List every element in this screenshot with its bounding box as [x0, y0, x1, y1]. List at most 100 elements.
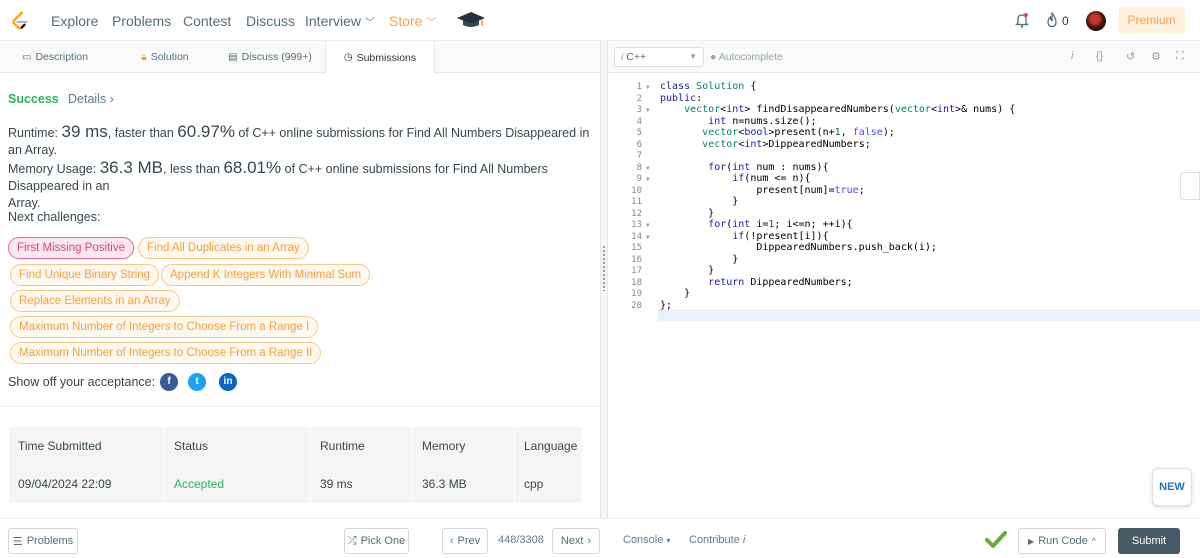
fold-arrow-icon[interactable]: ▼ — [646, 222, 650, 229]
pane-splitter[interactable] — [600, 41, 608, 518]
fold-arrow-icon[interactable]: ▼ — [646, 84, 650, 91]
console-toggle[interactable]: Console ▾ — [623, 534, 670, 546]
details-link[interactable]: Details › — [68, 92, 114, 106]
code-line: DippearedNumbers.push_back(i); — [660, 242, 937, 253]
chevron-left-icon: ‹ — [449, 535, 454, 547]
tab-discuss[interactable]: ▤ Discuss (999+) — [215, 41, 325, 73]
run-code-button[interactable]: ▶ Run Code ^ — [1018, 528, 1106, 554]
twitter-icon[interactable]: t — [188, 373, 206, 391]
fire-icon[interactable] — [1046, 12, 1058, 28]
nav-discuss[interactable]: Discuss — [246, 13, 295, 29]
nav-explore[interactable]: Explore — [51, 13, 98, 29]
avatar[interactable] — [1086, 11, 1106, 31]
code-line: int n=nums.size(); — [708, 115, 817, 127]
facebook-icon[interactable]: f — [160, 373, 178, 391]
prev-label: Prev — [457, 535, 481, 547]
challenge-chip[interactable]: Find Unique Binary String — [10, 264, 160, 286]
premium-button[interactable]: Premium — [1118, 7, 1185, 33]
settings-icon[interactable]: ⚙ — [1151, 50, 1161, 63]
code-line: vector<int> findDisappearedNumbers(vecto… — [684, 104, 1016, 115]
fire-count: 0 — [1062, 14, 1069, 28]
linkedin-icon[interactable]: in — [219, 373, 237, 391]
info-icon: i — [621, 51, 624, 63]
bell-icon[interactable] — [1015, 12, 1029, 28]
line-number: 11 — [631, 197, 642, 207]
left-tab-bar: ▭ Description 🔒︎ Solution ▤ Discuss (999… — [0, 41, 600, 74]
table-row[interactable]: 09/04/2024 22:09 Accepted 39 ms 36.3 MB … — [9, 465, 583, 503]
nav-store[interactable]: Store ﹀ — [389, 13, 436, 29]
drag-handle[interactable] — [603, 246, 605, 291]
challenge-chip[interactable]: Replace Elements in an Array — [10, 290, 180, 312]
challenge-chip[interactable]: Maximum Number of Integers to Choose Fro… — [10, 342, 322, 364]
contribute-link[interactable]: Contribute i — [689, 534, 745, 546]
tab-solution-label: Solution — [150, 51, 189, 63]
language-select[interactable]: i C++ ▼ — [614, 47, 704, 67]
line-number: 13 — [631, 220, 642, 230]
chevron-up-icon: ^ — [1091, 536, 1096, 546]
submission-result-panel: Success Details › Runtime: 39 ms, faster… — [0, 73, 600, 518]
side-panel-tab[interactable] — [1180, 172, 1200, 200]
fold-arrow-icon[interactable]: ▼ — [646, 176, 650, 183]
code-line: if(num <= n){ — [732, 173, 811, 184]
braces-icon[interactable]: {} — [1096, 50, 1103, 62]
line-number: 19 — [631, 289, 642, 299]
code-line: for(int i=1; i<=n; ++i){ — [708, 219, 853, 230]
bottom-bar: ☰ Problems ⤮ Pick One ‹ Prev 448/3308 Ne… — [0, 518, 1200, 558]
comment-icon: ▤ — [228, 51, 238, 63]
chevron-right-icon: › — [587, 535, 592, 547]
nav-contest[interactable]: Contest — [183, 13, 231, 29]
code-editor[interactable]: 1 ▼ 2 3 ▼ 4 5 6 7 8 ▼ 9 ▼ 10 11 12 13 ▼ 14 ▼ 15 16 17 18 19 20 cl… — [608, 73, 1200, 518]
leetcode-logo-icon[interactable] — [9, 10, 31, 32]
table-cell-memory: 36.3 MB — [413, 465, 515, 503]
language-label: C++ — [626, 51, 647, 63]
info-icon[interactable]: i — [1071, 50, 1073, 62]
list-icon: ☰ — [12, 535, 23, 548]
code-line: vector<bool>present(n+1, false); — [702, 127, 895, 138]
fold-arrow-icon[interactable]: ▼ — [646, 107, 650, 114]
tab-solution[interactable]: 🔒︎ Solution — [110, 41, 220, 73]
tab-submissions[interactable]: ◷ Submissions — [325, 41, 435, 74]
autocomplete-toggle[interactable]: ● Autocomplete — [710, 51, 783, 63]
challenge-chip[interactable]: Maximum Number of Integers to Choose Fro… — [10, 316, 319, 338]
table-header: Status — [165, 427, 311, 465]
graduation-cap-icon[interactable] — [456, 9, 486, 31]
table-cell-status[interactable]: Accepted — [165, 465, 311, 503]
info-icon: i — [742, 534, 746, 546]
challenge-chip[interactable]: First Missing Positive — [8, 237, 134, 259]
fullscreen-icon[interactable]: ⛶ — [1176, 50, 1184, 63]
fold-arrow-icon[interactable]: ▼ — [646, 234, 650, 241]
new-badge[interactable]: NEW — [1152, 468, 1192, 506]
problems-button[interactable]: ☰ Problems — [8, 528, 78, 554]
table-cell-time: 09/04/2024 22:09 — [9, 465, 165, 503]
reset-icon[interactable]: ↺ — [1126, 50, 1135, 63]
memory-prefix: Memory Usage: — [8, 162, 100, 176]
divider — [0, 406, 600, 407]
challenge-chip[interactable]: Find All Duplicates in an Array — [138, 237, 309, 259]
nav-interview[interactable]: Interview ﹀ — [305, 13, 375, 29]
next-button[interactable]: Next › — [552, 528, 600, 554]
submit-button[interactable]: Submit — [1118, 528, 1180, 554]
code-line: vector<int>DippearedNumbers; — [702, 138, 871, 150]
tab-discuss-label: Discuss (999+) — [241, 51, 312, 63]
tab-description[interactable]: ▭ Description — [0, 41, 110, 73]
lock-icon: 🔒︎ — [141, 51, 147, 63]
next-label: Next — [560, 535, 584, 547]
table-header: Language — [515, 427, 583, 465]
code-line: } — [660, 253, 739, 265]
code-line: public: — [660, 92, 703, 104]
nav-problems[interactable]: Problems — [112, 13, 171, 29]
prev-button[interactable]: ‹ Prev — [442, 528, 488, 554]
table-cell-runtime: 39 ms — [311, 465, 413, 503]
challenge-chip[interactable]: Append K Integers With Minimal Sum — [161, 264, 371, 286]
memory-suffix-2: Array. — [8, 196, 41, 210]
pick-one-button[interactable]: ⤮ Pick One — [344, 528, 409, 554]
fold-arrow-icon[interactable]: ▼ — [646, 165, 650, 172]
runtime-percent: 60.97% — [177, 122, 235, 141]
memory-value: 36.3 MB — [99, 158, 164, 177]
line-number: 1 — [636, 82, 642, 92]
current-line-highlight — [658, 309, 1200, 321]
line-number: 8 — [636, 162, 642, 173]
clock-icon: ◷ — [343, 52, 353, 63]
memory-percent: 68.01% — [223, 158, 282, 177]
